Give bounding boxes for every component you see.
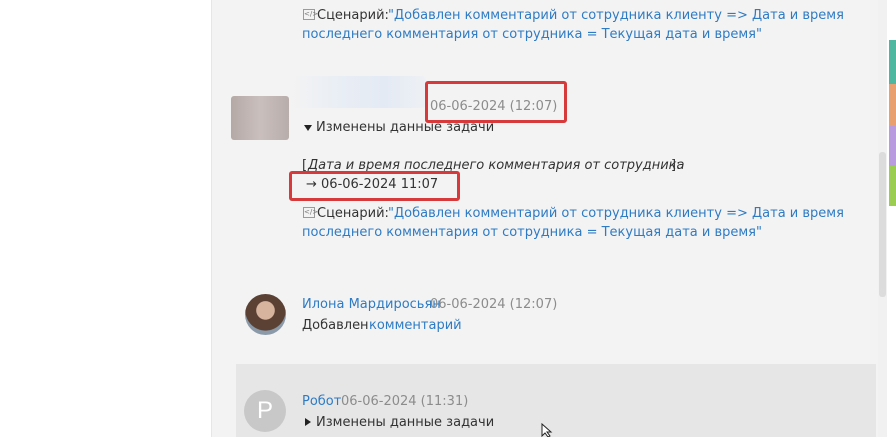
script-link-line1[interactable]: "Добавлен комментарий от сотрудника клие… bbox=[388, 205, 844, 223]
toggle-label[interactable]: Изменены данные задачи bbox=[316, 119, 494, 137]
highlight-box-timestamp bbox=[425, 81, 567, 123]
script-link-line2[interactable]: последнего комментария от сотрудника = Т… bbox=[302, 26, 762, 44]
author-link[interactable]: Илона Мардиросьян bbox=[302, 296, 441, 314]
action-text: Добавлен bbox=[302, 318, 369, 333]
script-link-line1[interactable]: "Добавлен комментарий от сотрудника клие… bbox=[388, 7, 844, 25]
color-strip-green bbox=[889, 166, 896, 206]
color-strip-teal bbox=[889, 40, 896, 84]
highlight-box-value bbox=[289, 171, 460, 201]
field-bracket-close: ]: bbox=[671, 158, 681, 173]
collapse-triangle-icon[interactable] bbox=[304, 125, 312, 131]
mouse-cursor-icon bbox=[541, 423, 553, 437]
script-icon: </> bbox=[303, 9, 319, 20]
color-strip-orange bbox=[889, 84, 896, 126]
scrollbar-thumb[interactable] bbox=[879, 152, 886, 297]
avatar bbox=[231, 96, 289, 140]
toggle-label[interactable]: Изменены данные задачи bbox=[316, 414, 494, 432]
entry-timestamp: 06-06-2024 (12:07) bbox=[430, 297, 558, 312]
expand-triangle-icon[interactable] bbox=[305, 418, 311, 426]
script-label: Сценарий: bbox=[317, 8, 389, 23]
script-label: Сценарий: bbox=[317, 206, 389, 221]
script-link-line2[interactable]: последнего комментария от сотрудника = Т… bbox=[302, 224, 762, 242]
entry-timestamp: 06-06-2024 (11:31) bbox=[341, 394, 469, 409]
author-link[interactable]: Робот bbox=[302, 393, 341, 411]
color-strip-purple bbox=[889, 126, 896, 166]
script-icon: </> bbox=[303, 207, 319, 218]
author-name-redacted bbox=[292, 76, 426, 108]
avatar[interactable] bbox=[245, 294, 286, 335]
comment-link[interactable]: комментарий bbox=[369, 317, 462, 335]
avatar: Р bbox=[244, 390, 286, 432]
left-panel bbox=[0, 0, 212, 437]
